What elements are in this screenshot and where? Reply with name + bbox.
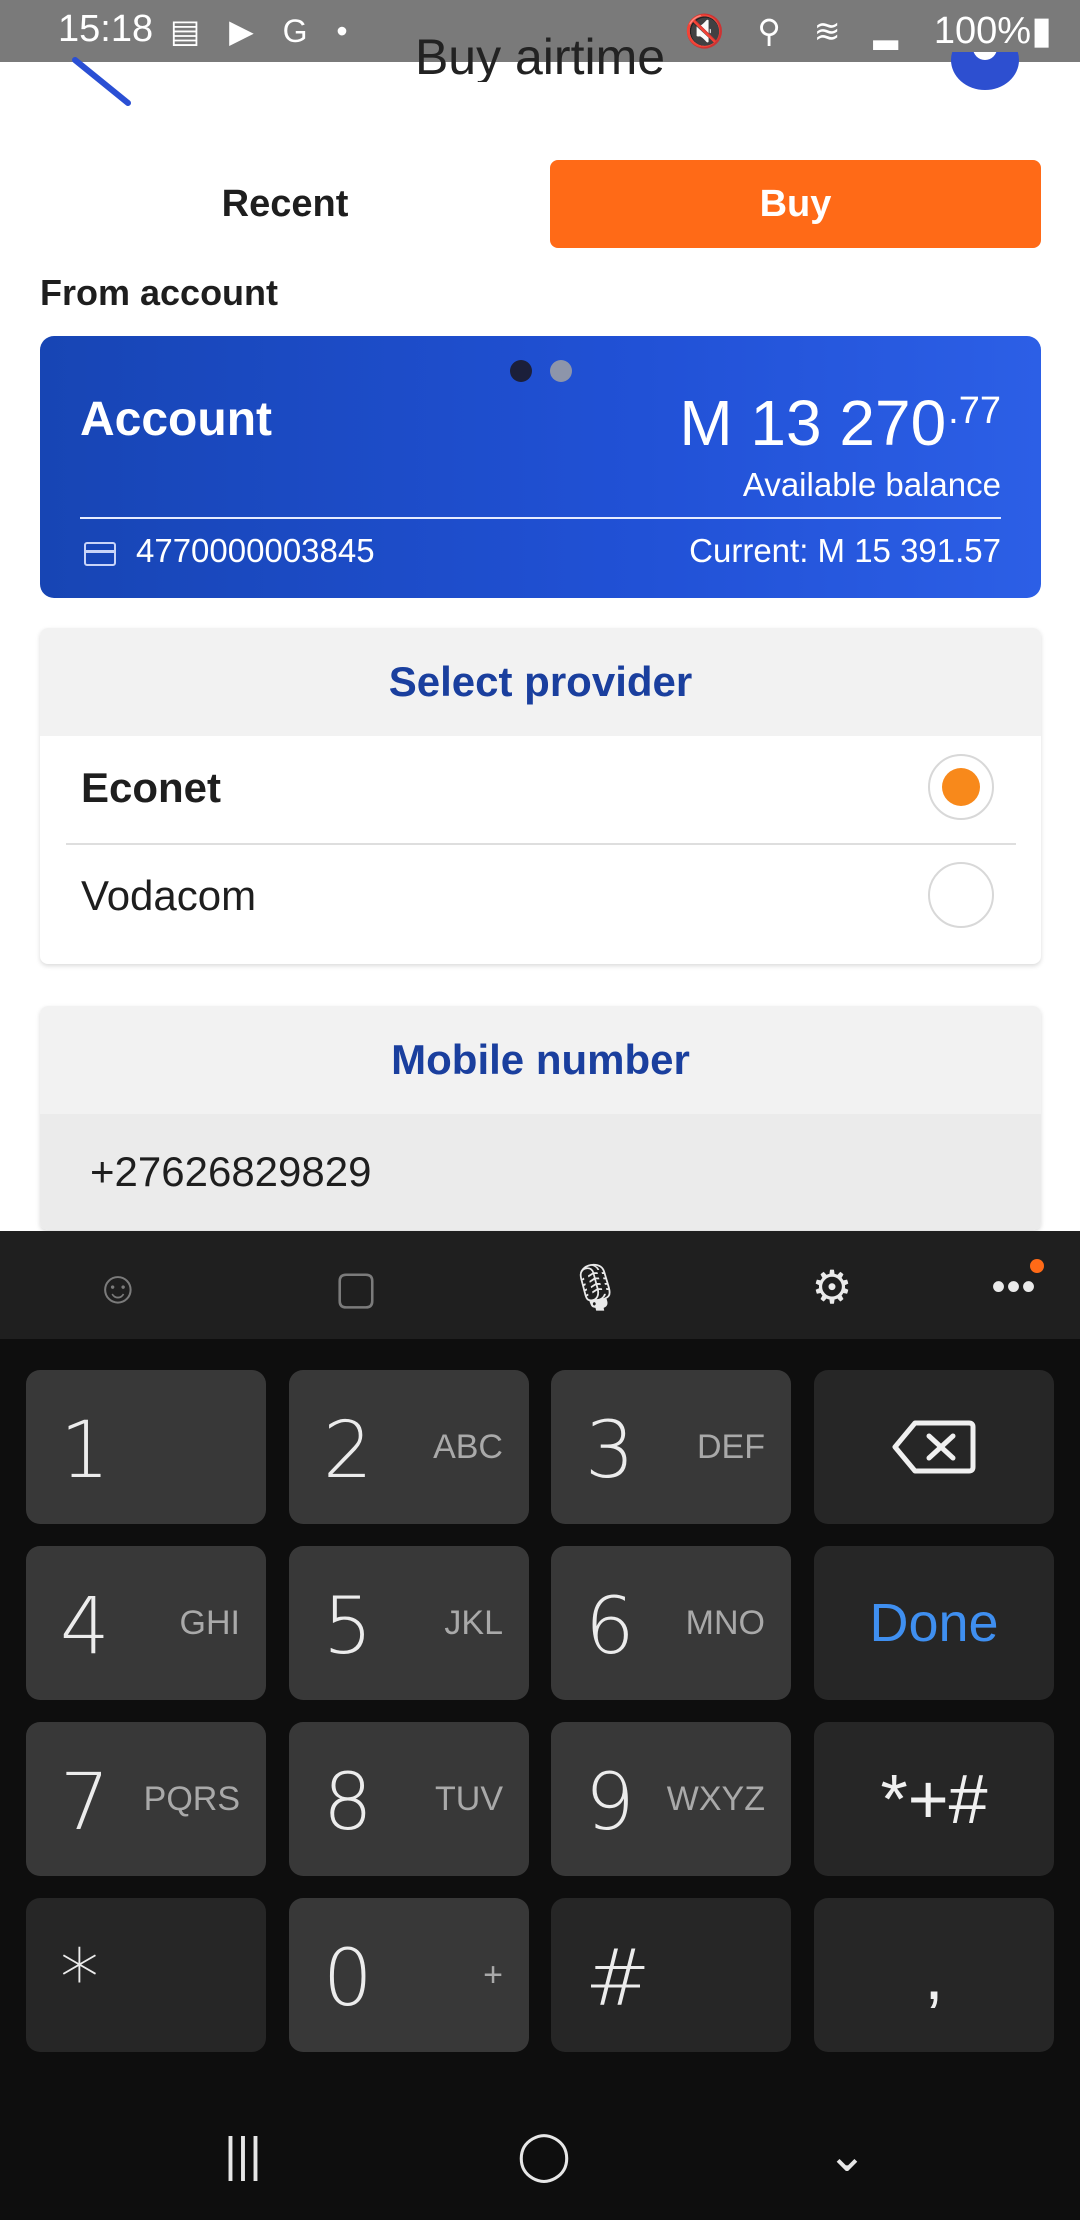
balance-main: M 13 270 [679, 387, 947, 459]
navigation-bar: ||| ◯ ⌄ [0, 2100, 1080, 2220]
key-comma[interactable]: , [814, 1898, 1054, 2052]
key-digit: 7 [60, 1758, 110, 1848]
key-4[interactable]: 4 GHI [26, 1546, 266, 1700]
tab-buy[interactable]: Buy [550, 160, 1041, 248]
current-balance: Current: M 15 391.57 [689, 532, 1001, 569]
recent-apps-icon[interactable]: ||| [203, 2126, 283, 2186]
key-8[interactable]: 8 TUV [289, 1722, 529, 1876]
back-nav-icon[interactable]: ⌄ [807, 2126, 887, 2186]
backspace-key[interactable] [814, 1370, 1054, 1524]
key-6[interactable]: 6 MNO [551, 1546, 791, 1700]
provider-option-econet[interactable]: Econet [40, 736, 1041, 845]
key-1[interactable]: 1 [26, 1370, 266, 1524]
key-digit: 5 [323, 1582, 373, 1672]
carousel-dot-active [510, 360, 532, 382]
numeric-keyboard: ☺ ▢ 🎙 ⚙ ••• 1 2 ABC 3 DEF 4 GHI 5 JKL 6 … [0, 1231, 1080, 2220]
keyboard-toolbar: ☺ ▢ 🎙 ⚙ ••• [0, 1231, 1080, 1339]
key-3[interactable]: 3 DEF [551, 1370, 791, 1524]
done-label: Done [869, 1593, 999, 1653]
profile-button[interactable] [945, 30, 1025, 102]
emoji-icon[interactable]: ☺ [90, 1259, 146, 1315]
mobile-number-panel: Mobile number [40, 1006, 1041, 1230]
mobile-number-input[interactable] [40, 1114, 1041, 1230]
key-digit: 2 [323, 1406, 373, 1496]
carousel-dot [550, 360, 572, 382]
home-icon[interactable]: ◯ [504, 2126, 584, 2186]
key-letters: GHI [179, 1604, 240, 1642]
card-icon [84, 542, 116, 566]
key-digit: 8 [323, 1758, 373, 1848]
settings-gear-icon[interactable]: ⚙ [804, 1259, 860, 1315]
key-letters: TUV [435, 1780, 503, 1818]
provider-heading: Select provider [40, 628, 1041, 736]
account-balance: M 13 270.77 [679, 386, 1001, 460]
key-digit: 3 [585, 1406, 635, 1496]
account-number: 4770000003845 [136, 532, 375, 569]
key-hash[interactable]: # [551, 1898, 791, 2052]
card-divider [80, 517, 1001, 519]
key-letters: + [483, 1956, 503, 1994]
radio-unselected[interactable] [928, 862, 994, 928]
profile-icon [951, 30, 1019, 90]
from-account-label: From account [40, 272, 279, 313]
key-letters: MNO [685, 1604, 765, 1642]
key-letters: WXYZ [666, 1780, 765, 1818]
key-digit: 9 [585, 1758, 635, 1848]
mobile-number-heading: Mobile number [40, 1006, 1041, 1114]
key-9[interactable]: 9 WXYZ [551, 1722, 791, 1876]
key-2[interactable]: 2 ABC [289, 1370, 529, 1524]
key-7[interactable]: 7 PQRS [26, 1722, 266, 1876]
comma-label: , [924, 1936, 944, 2014]
page-title: Buy airtime [414, 29, 666, 82]
key-digit: 1 [60, 1406, 110, 1496]
microphone-icon[interactable]: 🎙 [566, 1259, 624, 1315]
notification-badge [1030, 1259, 1044, 1273]
provider-label: Vodacom [81, 872, 257, 919]
key-digit: 6 [585, 1582, 635, 1672]
key-letters: PQRS [143, 1780, 240, 1818]
key-letters: JKL [444, 1604, 503, 1642]
account-card[interactable]: Account M 13 270.77 Available balance 47… [40, 336, 1041, 598]
symbols-label: *+# [880, 1760, 988, 1838]
key-letters: DEF [697, 1428, 765, 1466]
done-key[interactable]: Done [814, 1546, 1054, 1700]
key-5[interactable]: 5 JKL [289, 1546, 529, 1700]
available-balance-label: Available balance [742, 466, 1001, 503]
radio-selected[interactable] [928, 754, 994, 820]
balance-cents: .77 [948, 389, 1001, 432]
key-star[interactable]: * [26, 1898, 266, 2052]
account-name: Account [80, 393, 272, 446]
symbols-key[interactable]: *+# [814, 1722, 1054, 1876]
tab-recent[interactable]: Recent [40, 160, 530, 248]
provider-panel: Select provider Econet Vodacom [40, 628, 1041, 964]
key-symbol: # [585, 1934, 651, 2024]
key-digit: 4 [60, 1582, 110, 1672]
key-symbol: * [60, 1934, 99, 2024]
backspace-icon [814, 1370, 1054, 1524]
provider-option-vodacom[interactable]: Vodacom [40, 844, 1041, 952]
key-letters: ABC [433, 1428, 503, 1466]
key-0[interactable]: 0 + [289, 1898, 529, 2052]
provider-label: Econet [81, 764, 222, 811]
key-digit: 0 [323, 1934, 373, 2024]
sticker-icon[interactable]: ▢ [328, 1259, 384, 1315]
